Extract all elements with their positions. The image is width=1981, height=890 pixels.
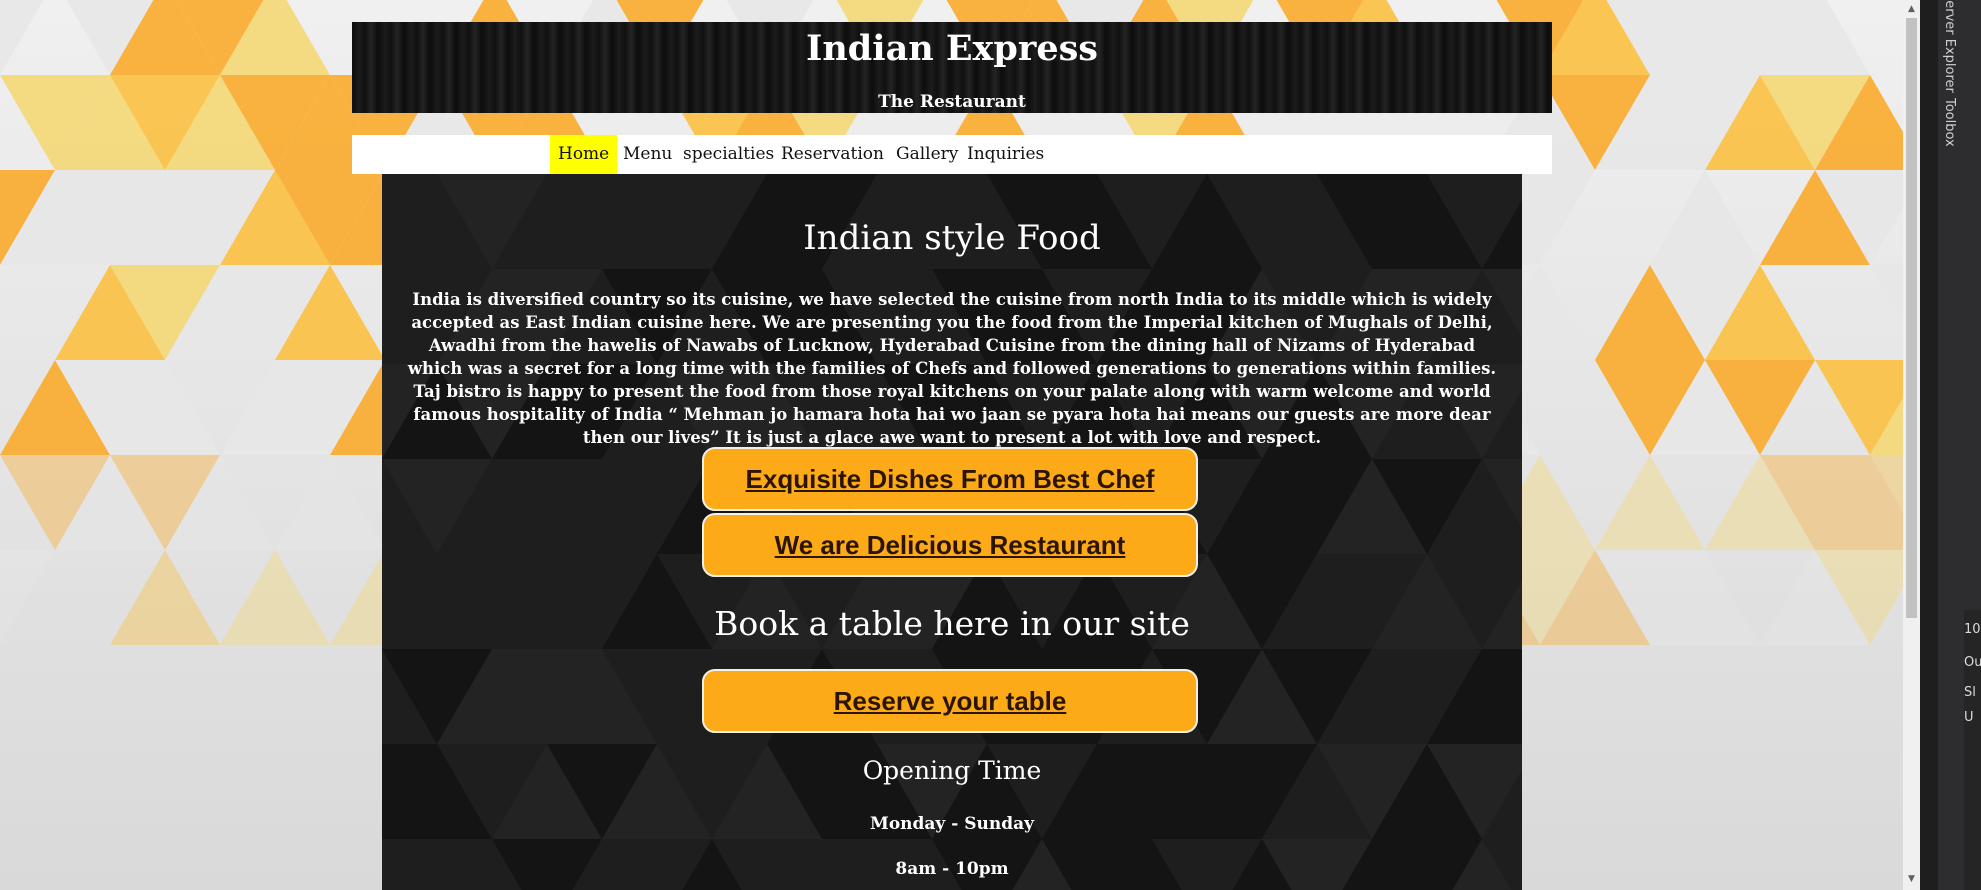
opening-days: Monday - Sunday xyxy=(870,814,1034,834)
site-subtitle: The Restaurant xyxy=(878,92,1026,112)
ide-output-dock xyxy=(1964,610,1981,890)
main-nav: Home Menu specialties Reservation Galler… xyxy=(352,135,1552,174)
nav-item-home[interactable]: Home xyxy=(550,135,618,174)
ide-fragment-3: Sl xyxy=(1964,685,1976,700)
intro-paragraph: India is diversified country so its cuis… xyxy=(407,290,1497,447)
nav-item-specialties[interactable]: specialties xyxy=(675,135,782,174)
food-heading: Indian style Food xyxy=(803,218,1101,258)
ide-side-panel: Server Explorer Toolbox 10 Ou Sl U xyxy=(1920,0,1981,890)
ide-panel-gap xyxy=(1920,0,1938,890)
vertical-scrollbar[interactable]: ▲ ▼ xyxy=(1903,0,1920,890)
nav-item-reservation[interactable]: Reservation xyxy=(773,135,892,174)
server-explorer-tab[interactable]: Server Explorer xyxy=(1942,0,1957,93)
delicious-restaurant-button[interactable]: We are Delicious Restaurant xyxy=(702,513,1198,577)
nav-item-inquiries[interactable]: Inquiries xyxy=(959,135,1052,174)
nav-item-gallery[interactable]: Gallery xyxy=(888,135,966,174)
best-chef-button[interactable]: Exquisite Dishes From Best Chef xyxy=(702,447,1198,511)
opening-time-heading: Opening Time xyxy=(862,756,1042,785)
site-title: Indian Express xyxy=(805,28,1099,69)
opening-hours: 8am - 10pm xyxy=(895,859,1009,879)
ide-fragment-1: 10 xyxy=(1964,622,1981,637)
book-table-heading: Book a table here in our site xyxy=(714,604,1190,643)
reserve-table-button[interactable]: Reserve your table xyxy=(702,669,1198,733)
ide-fragment-2: Ou xyxy=(1964,655,1981,670)
scrollbar-thumb[interactable] xyxy=(1906,18,1917,618)
ide-fragment-4: U xyxy=(1964,710,1974,725)
scroll-down-icon[interactable]: ▼ xyxy=(1903,872,1920,886)
main-content-panel: Indian style Food India is diversified c… xyxy=(382,174,1522,890)
site-header: Indian Express The Restaurant xyxy=(352,22,1552,113)
nav-item-menu[interactable]: Menu xyxy=(615,135,680,174)
toolbox-tab[interactable]: Toolbox xyxy=(1942,98,1957,147)
scroll-up-icon[interactable]: ▲ xyxy=(1903,2,1920,16)
